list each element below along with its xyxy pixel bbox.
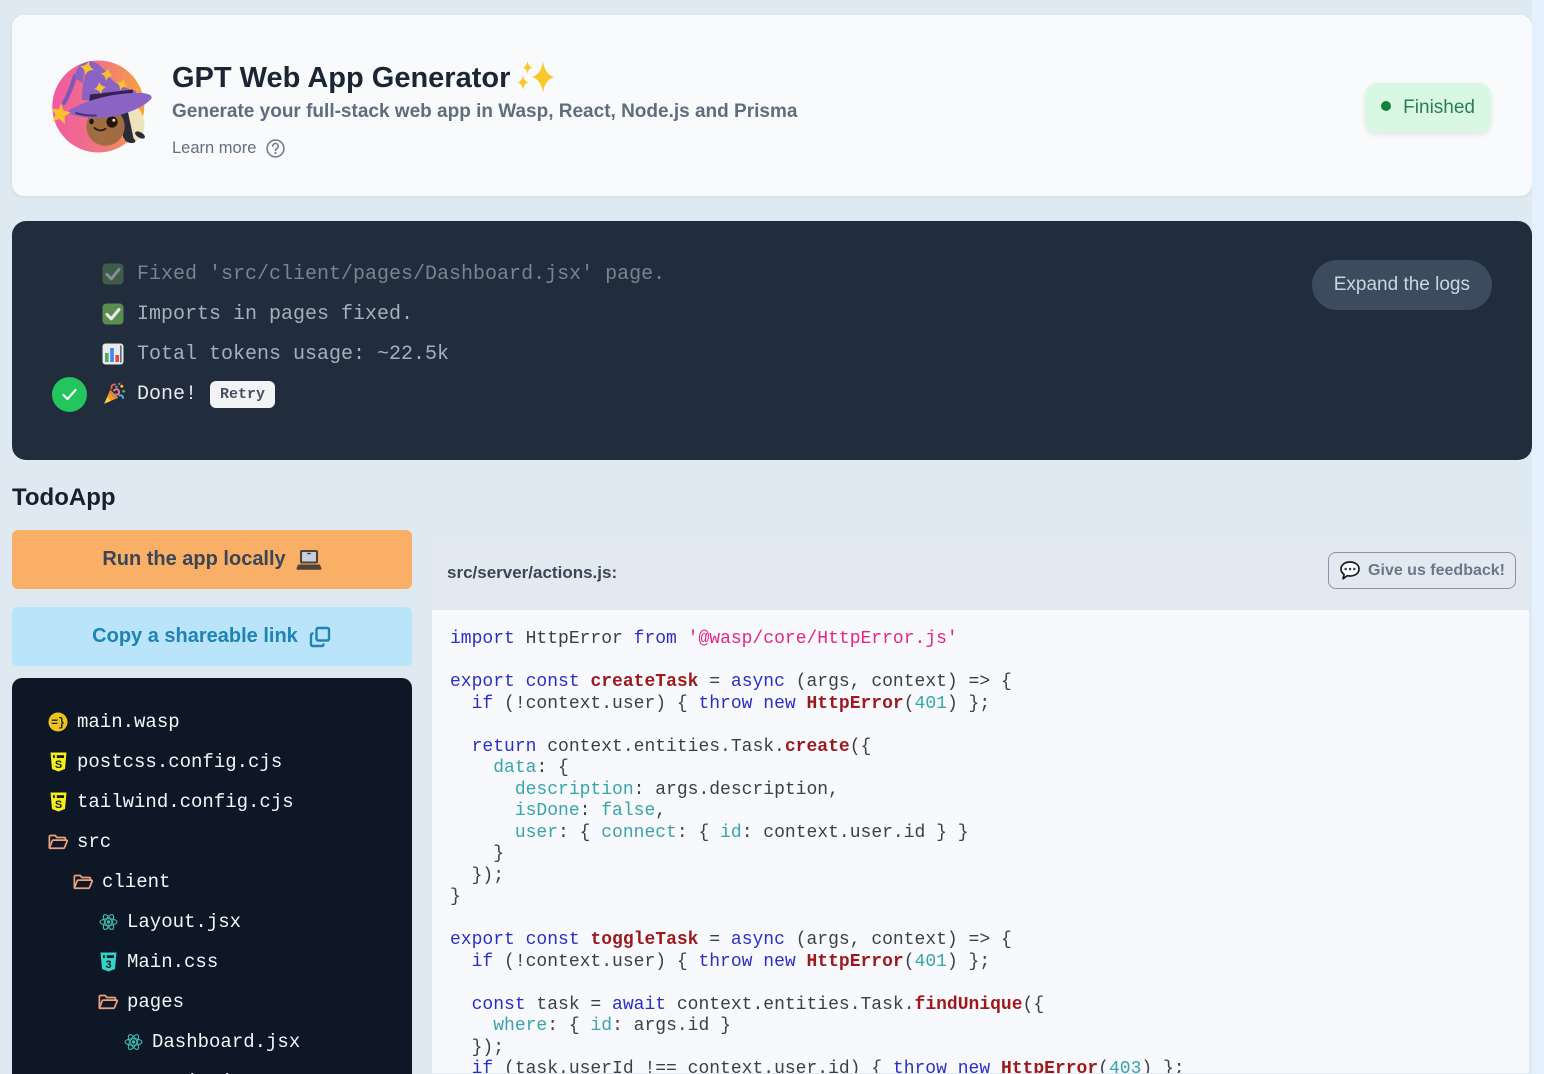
svg-text:=}: =} bbox=[51, 717, 65, 730]
svg-text:S: S bbox=[54, 799, 61, 811]
svg-text:S: S bbox=[54, 759, 61, 771]
svg-text:3: 3 bbox=[105, 959, 111, 971]
